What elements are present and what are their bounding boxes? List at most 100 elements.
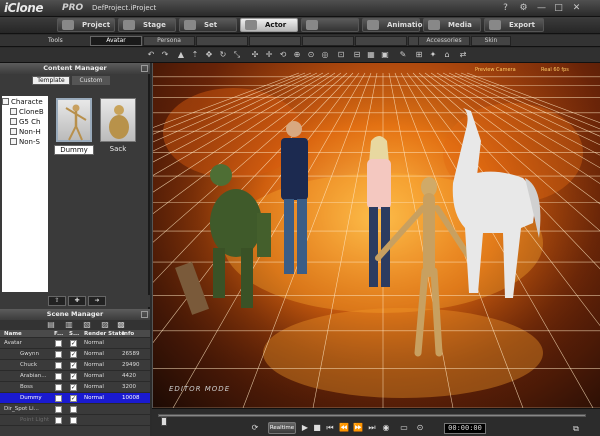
camera-move-icon[interactable]: ✣ bbox=[250, 50, 260, 60]
timecode-display[interactable]: 00:00:00 bbox=[444, 423, 486, 434]
thumbnail-dummy[interactable] bbox=[56, 98, 92, 142]
freeze-checkbox[interactable] bbox=[55, 384, 62, 391]
tree-item[interactable]: Non-S bbox=[10, 137, 40, 147]
tree-item[interactable]: Characte bbox=[2, 97, 43, 107]
focus-icon[interactable]: ◎ bbox=[320, 50, 330, 60]
redo-icon[interactable]: ↷ bbox=[160, 50, 170, 60]
help-icon[interactable]: ? bbox=[499, 2, 512, 15]
snap-icon[interactable]: ⊞ bbox=[414, 50, 424, 60]
table-row[interactable]: Gwynn ✓ Normal 26589 bbox=[0, 349, 150, 360]
lock-icon[interactable]: ⊡ bbox=[336, 50, 346, 60]
freeze-checkbox[interactable] bbox=[55, 351, 62, 358]
realtime-button[interactable]: Realtime bbox=[268, 422, 296, 434]
show-checkbox[interactable]: ✓ bbox=[70, 351, 77, 358]
table-row[interactable]: Dummy ✓ Normal 10008 bbox=[0, 393, 150, 404]
thumbnail-label[interactable]: Sack bbox=[98, 145, 138, 153]
forward-end-icon[interactable]: ⏭ bbox=[366, 422, 378, 434]
stop-icon[interactable]: ■ bbox=[312, 422, 322, 434]
paint-icon[interactable]: ✦ bbox=[428, 50, 438, 60]
up-folder-button[interactable]: ⇧ bbox=[48, 296, 66, 306]
maximize-icon[interactable]: □ bbox=[552, 2, 565, 15]
play-icon[interactable]: ▶ bbox=[300, 422, 310, 434]
gear-icon[interactable]: ⚙ bbox=[517, 2, 530, 15]
expand-icon[interactable]: ⧉ bbox=[570, 423, 582, 435]
table-row[interactable]: Chuck ✓ Normal 29490 bbox=[0, 360, 150, 371]
move-icon[interactable]: ✥ bbox=[204, 50, 214, 60]
apply-button[interactable]: ➜ bbox=[88, 296, 106, 306]
grid-icon[interactable]: ▦ bbox=[366, 50, 376, 60]
tab-media[interactable]: Media bbox=[423, 18, 481, 32]
select-icon[interactable]: ▲ bbox=[176, 50, 186, 60]
pick-icon[interactable]: ✎ bbox=[398, 50, 408, 60]
tab-animation[interactable]: Animation bbox=[362, 18, 427, 32]
camera-pan-icon[interactable]: ✛ bbox=[264, 50, 274, 60]
tree-item[interactable]: Non-H bbox=[10, 127, 41, 137]
tab-set[interactable]: Set bbox=[179, 18, 237, 32]
step-back-icon[interactable]: ⏪ bbox=[338, 422, 350, 434]
tab-custom[interactable]: Custom bbox=[72, 76, 110, 85]
undo-icon[interactable]: ↶ bbox=[146, 50, 156, 60]
table-row[interactable]: Point Light bbox=[0, 415, 150, 426]
subtab-accessories[interactable]: Accessories bbox=[418, 36, 470, 46]
record-icon[interactable]: ◉ bbox=[380, 422, 392, 434]
timeline-slider-knob[interactable] bbox=[161, 417, 167, 426]
show-checkbox[interactable]: ✓ bbox=[70, 340, 77, 347]
show-checkbox[interactable]: ✓ bbox=[70, 362, 77, 369]
tree-item[interactable]: G5 Ch bbox=[10, 117, 40, 127]
freeze-checkbox[interactable] bbox=[55, 406, 62, 413]
sync-icon[interactable]: ⇄ bbox=[458, 50, 468, 60]
tab-stage[interactable]: Stage bbox=[118, 18, 176, 32]
scale-icon[interactable]: ⤡ bbox=[232, 50, 242, 60]
subtab-avatar[interactable]: Avatar bbox=[90, 36, 142, 46]
table-row[interactable]: Avatar ✓ Normal bbox=[0, 338, 150, 349]
move-up-icon[interactable]: ⇡ bbox=[190, 50, 200, 60]
show-checkbox[interactable] bbox=[70, 417, 77, 424]
tab-project[interactable]: Project bbox=[57, 18, 115, 32]
show-checkbox[interactable]: ✓ bbox=[70, 384, 77, 391]
show-checkbox[interactable] bbox=[70, 406, 77, 413]
home-icon[interactable]: ⌂ bbox=[442, 50, 452, 60]
table-row[interactable]: Boss ✓ Normal 3200 bbox=[0, 382, 150, 393]
align-icon[interactable]: ⊟ bbox=[352, 50, 362, 60]
minimize-icon[interactable]: — bbox=[535, 2, 548, 15]
tab-export[interactable]: Export bbox=[484, 18, 544, 32]
tab-template[interactable]: Template bbox=[32, 76, 70, 85]
rotate-icon[interactable]: ↻ bbox=[218, 50, 228, 60]
panel-pin-icon[interactable] bbox=[141, 65, 148, 72]
add-button[interactable]: ✚ bbox=[68, 296, 86, 306]
zoom-icon[interactable]: ⊙ bbox=[306, 50, 316, 60]
tools-label[interactable]: Tools bbox=[48, 37, 63, 44]
tab-actor[interactable]: Actor bbox=[240, 18, 298, 32]
freeze-checkbox[interactable] bbox=[55, 362, 62, 369]
rewind-start-icon[interactable]: ⏮ bbox=[324, 422, 336, 434]
panel-pin-icon[interactable] bbox=[141, 311, 148, 318]
content-tree[interactable]: Characte CloneB G5 Ch Non-H Non-S bbox=[2, 96, 48, 292]
close-icon[interactable]: ✕ bbox=[570, 2, 583, 15]
table-row[interactable]: Arabian... ✓ Normal 4420 bbox=[0, 371, 150, 382]
thumbnail-label[interactable]: Dummy bbox=[54, 145, 94, 155]
frame-icon[interactable]: ▣ bbox=[380, 50, 390, 60]
table-row[interactable]: Dir_Spot Li... bbox=[0, 404, 150, 415]
freeze-checkbox[interactable] bbox=[55, 373, 62, 380]
freeze-checkbox[interactable] bbox=[55, 340, 62, 347]
freeze-checkbox[interactable] bbox=[55, 395, 62, 402]
camera-zoom-icon[interactable]: ⊕ bbox=[292, 50, 302, 60]
link-icon[interactable]: ▩ bbox=[116, 320, 126, 330]
freeze-checkbox[interactable] bbox=[55, 417, 62, 424]
camera-icon[interactable]: ▭ bbox=[398, 422, 410, 434]
tree-item[interactable]: CloneB bbox=[10, 107, 44, 117]
3d-viewport[interactable]: Preview Camera Real 60 fps EDITOR MODE bbox=[152, 63, 600, 408]
thumbnail-sack[interactable] bbox=[100, 98, 136, 142]
step-forward-icon[interactable]: ⏩ bbox=[352, 422, 364, 434]
settings-icon[interactable]: ▨ bbox=[100, 320, 110, 330]
timeline-slider[interactable] bbox=[158, 414, 586, 426]
target-icon[interactable]: ⊙ bbox=[414, 422, 426, 434]
subtab-persona[interactable]: Persona bbox=[143, 36, 195, 46]
filter-icon[interactable]: ▥ bbox=[64, 320, 74, 330]
visible-icon[interactable]: ▧ bbox=[82, 320, 92, 330]
camera-rotate-icon[interactable]: ⟲ bbox=[278, 50, 288, 60]
subtab-skin[interactable]: Skin bbox=[471, 36, 511, 46]
loop-icon[interactable]: ⟳ bbox=[248, 422, 262, 434]
show-checkbox[interactable]: ✓ bbox=[70, 395, 77, 402]
show-checkbox[interactable]: ✓ bbox=[70, 373, 77, 380]
